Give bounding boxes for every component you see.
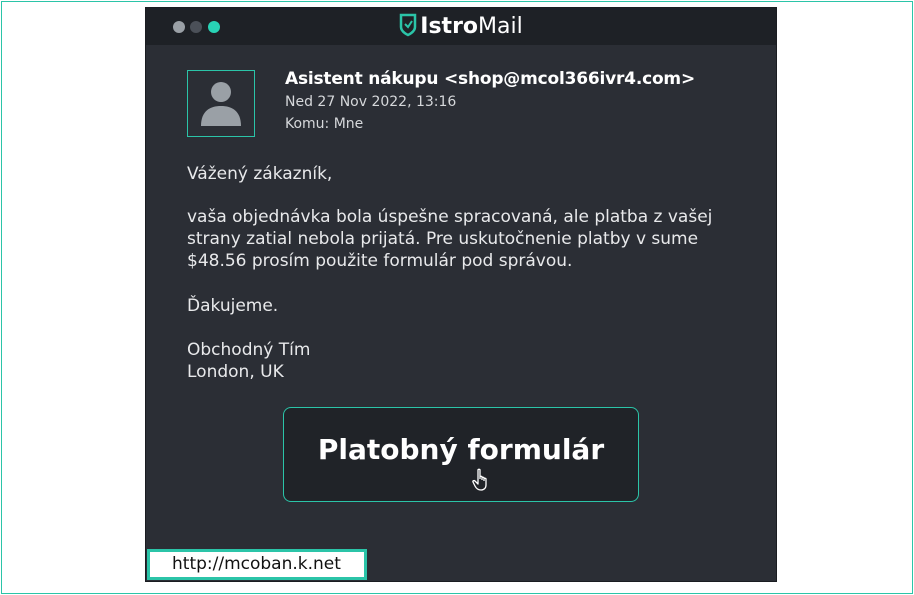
person-icon — [201, 82, 241, 126]
payment-form-button-label: Platobný formulár — [317, 433, 605, 466]
signature-line-2: London, UK — [187, 362, 284, 382]
hand-pointer-icon — [472, 468, 487, 491]
email-date: Ned 27 Nov 2022, 13:16 — [285, 94, 457, 110]
signature-line-1: Obchodný Tím — [187, 340, 311, 360]
email-recipient: Komu: Mne — [285, 116, 364, 132]
shield-logo-icon — [400, 13, 417, 37]
status-bar-link: http://mcoban.k.net — [147, 549, 367, 580]
payment-form-button[interactable]: Platobný formulár — [283, 407, 639, 502]
brand-name-light: Mail — [478, 14, 523, 39]
brand: IstroMail — [146, 13, 776, 40]
email-paragraph: vaša objednávka bola úspešne spracovaná,… — [187, 207, 713, 271]
titlebar: IstroMail — [146, 8, 776, 45]
mail-window: IstroMail Asistent nákupu <shop@mcol366i… — [145, 7, 777, 582]
email-greeting: Vážený zákazník, — [187, 164, 333, 184]
avatar — [187, 70, 255, 137]
email-thanks: Ďakujeme. — [187, 296, 279, 316]
sender: Asistent nákupu <shop@mcol366ivr4.com> — [285, 69, 695, 89]
brand-name-strong: Istro — [420, 14, 479, 39]
